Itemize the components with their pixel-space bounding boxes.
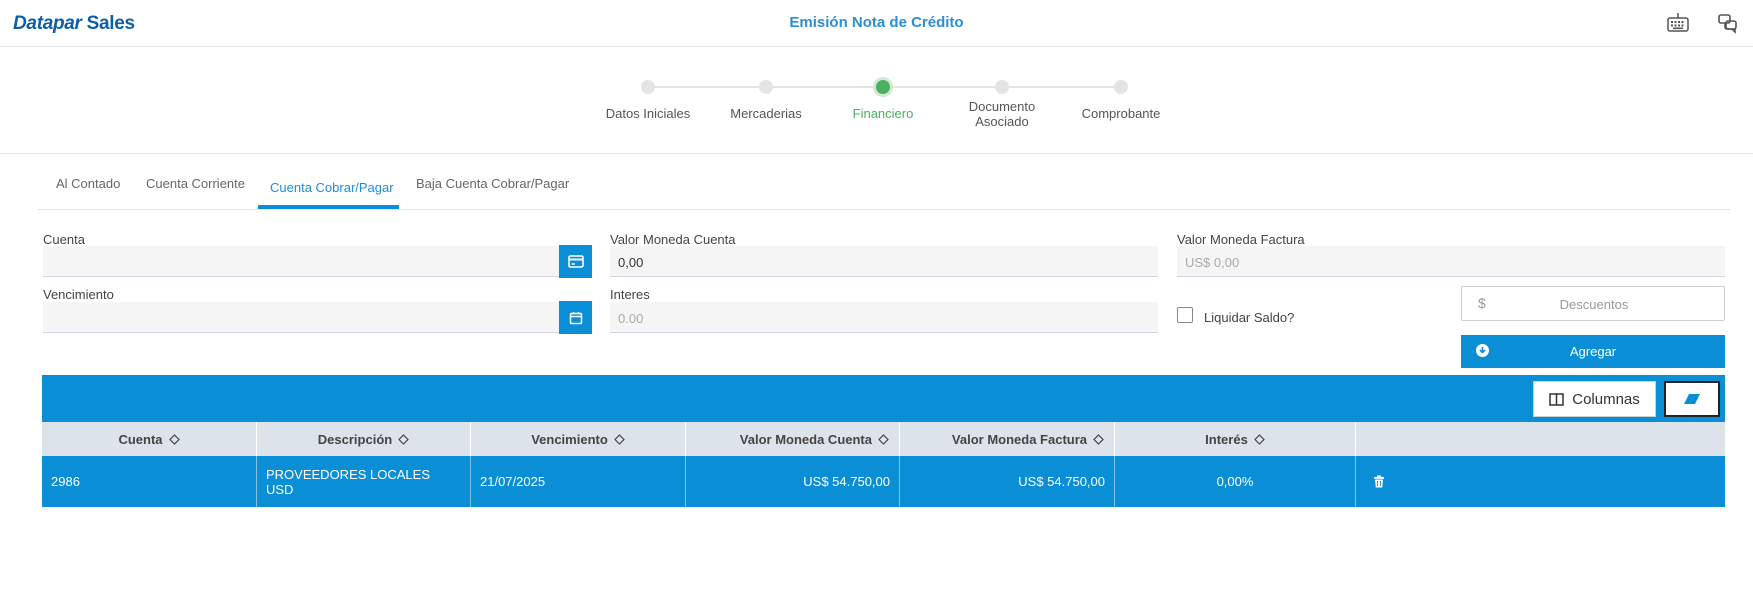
table-header: Cuenta Descripción Vencimiento Valor Mon… bbox=[42, 422, 1725, 456]
liquidar-saldo-label: Liquidar Saldo? bbox=[1204, 310, 1295, 325]
column-header-label: Vencimiento bbox=[531, 431, 608, 447]
vencimiento-input[interactable] bbox=[43, 302, 560, 333]
valor-moneda-cuenta-label: Valor Moneda Cuenta bbox=[610, 232, 736, 247]
interes-label: Interes bbox=[610, 287, 650, 302]
column-header-label: Interés bbox=[1205, 431, 1248, 447]
step-dot bbox=[759, 80, 773, 94]
columnas-label: Columnas bbox=[1572, 390, 1640, 408]
vencimiento-label: Vencimiento bbox=[43, 287, 114, 302]
tab-al-contado[interactable]: Al Contado bbox=[56, 176, 120, 191]
column-header-label: Descripción bbox=[317, 431, 393, 447]
descuentos-placeholder: Descuentos bbox=[1559, 297, 1629, 312]
keyboard-icon[interactable] bbox=[1666, 12, 1690, 34]
step-dot bbox=[1114, 80, 1128, 94]
tab-cuenta-cobrar-pagar[interactable]: Cuenta Cobrar/Pagar bbox=[270, 180, 394, 195]
chat-icon[interactable] bbox=[1717, 12, 1741, 34]
agregar-button[interactable]: Agregar bbox=[1461, 335, 1725, 368]
trash-icon[interactable] bbox=[1373, 475, 1385, 488]
tab-baja-cuenta-cobrar-pagar[interactable]: Baja Cuenta Cobrar/Pagar bbox=[416, 176, 569, 191]
cell-valor-moneda-factura: US$ 54.750,00 bbox=[900, 456, 1115, 507]
step-dot bbox=[641, 80, 655, 94]
eraser-icon bbox=[1684, 394, 1700, 404]
cell-descripcion: PROVEEDORES LOCALES USD bbox=[257, 456, 471, 507]
active-tab-indicator bbox=[258, 205, 399, 209]
arrow-down-circle-icon bbox=[1476, 344, 1489, 357]
column-header-label: Cuenta bbox=[118, 431, 163, 447]
column-header-valor-moneda-factura[interactable]: Valor Moneda Factura bbox=[900, 422, 1115, 456]
columns-icon bbox=[1549, 392, 1564, 406]
sort-icon bbox=[168, 433, 180, 445]
column-header-valor-moneda-cuenta[interactable]: Valor Moneda Cuenta bbox=[686, 422, 900, 456]
cell-valor-moneda-cuenta: US$ 54.750,00 bbox=[686, 456, 900, 507]
interes-field: 0.00 bbox=[610, 302, 1158, 333]
valor-moneda-factura-label: Valor Moneda Factura bbox=[1177, 232, 1305, 247]
sort-icon bbox=[398, 433, 410, 445]
descuentos-input[interactable]: $ Descuentos bbox=[1461, 286, 1725, 321]
columnas-button[interactable]: Columnas bbox=[1533, 381, 1656, 417]
cuenta-input[interactable] bbox=[43, 246, 560, 277]
liquidar-saldo-checkbox[interactable] bbox=[1177, 307, 1193, 323]
card-icon bbox=[567, 255, 584, 268]
cell-interes: 0,00% bbox=[1115, 456, 1356, 507]
sort-icon bbox=[613, 433, 625, 445]
cell-actions bbox=[1356, 456, 1725, 507]
table-row[interactable]: 2986 PROVEEDORES LOCALES USD 21/07/2025 … bbox=[42, 456, 1725, 507]
sort-icon bbox=[878, 433, 889, 445]
column-header-cuenta[interactable]: Cuenta bbox=[42, 422, 257, 456]
valor-moneda-cuenta-input[interactable]: 0,00 bbox=[610, 246, 1158, 277]
cuenta-label: Cuenta bbox=[43, 232, 85, 247]
column-header-label: Valor Moneda Cuenta bbox=[739, 431, 872, 447]
cell-cuenta: 2986 bbox=[42, 456, 257, 507]
column-header-interes[interactable]: Interés bbox=[1115, 422, 1356, 456]
step-dot-active bbox=[873, 77, 893, 97]
progress-stepper: Datos Iniciales Mercaderias Financiero D… bbox=[0, 47, 1753, 154]
agregar-label: Agregar bbox=[1569, 344, 1617, 359]
payment-tabs: Al Contado Cuenta Corriente Cuenta Cobra… bbox=[38, 160, 1730, 210]
tab-cuenta-corriente[interactable]: Cuenta Corriente bbox=[146, 176, 245, 191]
column-header-vencimiento[interactable]: Vencimiento bbox=[471, 422, 686, 456]
valor-moneda-factura-field: US$ 0,00 bbox=[1177, 246, 1725, 277]
cell-vencimiento: 21/07/2025 bbox=[471, 456, 686, 507]
column-header-label: Valor Moneda Factura bbox=[951, 431, 1087, 447]
page-title: Emisión Nota de Crédito bbox=[789, 14, 964, 31]
clear-filters-button[interactable] bbox=[1664, 381, 1720, 417]
top-bar: Datapar Sales Emisión Nota de Crédito bbox=[0, 0, 1753, 47]
sort-icon bbox=[1093, 433, 1104, 445]
sort-icon bbox=[1253, 433, 1265, 445]
step-label: Comprobante bbox=[1081, 106, 1161, 121]
step-dot bbox=[995, 80, 1009, 94]
column-header-actions bbox=[1356, 422, 1725, 456]
vencimiento-date-button[interactable] bbox=[559, 301, 592, 334]
calendar-icon bbox=[569, 311, 582, 324]
column-header-descripcion[interactable]: Descripción bbox=[257, 422, 471, 456]
table-toolbar bbox=[42, 375, 1725, 422]
cuenta-search-button[interactable] bbox=[559, 245, 592, 278]
